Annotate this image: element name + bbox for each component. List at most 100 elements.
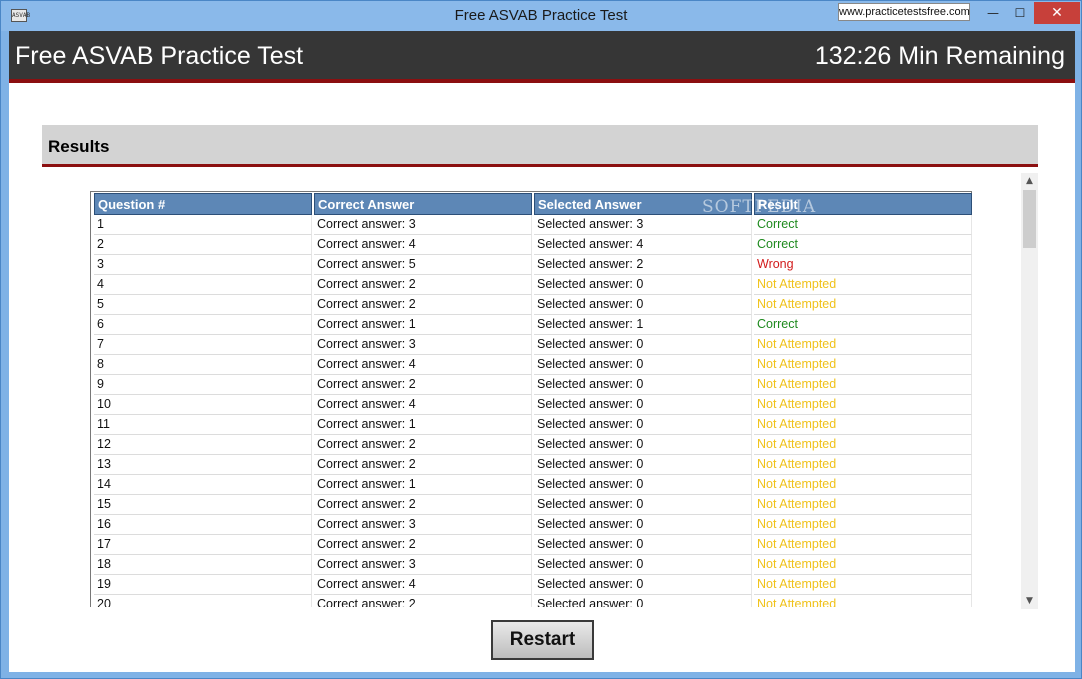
correct-answer-cell: Correct answer: 3 — [314, 215, 532, 235]
selected-answer-cell: Selected answer: 1 — [534, 315, 752, 335]
correct-answer-cell: Correct answer: 4 — [314, 575, 532, 595]
selected-answer-cell: Selected answer: 0 — [534, 355, 752, 375]
result-cell: Not Attempted — [754, 335, 972, 355]
result-cell: Not Attempted — [754, 575, 972, 595]
table-row: 4 Correct answer: 2 Selected answer: 0 Not … — [94, 275, 972, 295]
table-row: 2 Correct answer: 4 Selected answer: 4 Corr… — [94, 235, 972, 255]
question-number-cell: 7 — [94, 335, 312, 355]
selected-answer-cell: Selected answer: 0 — [534, 575, 752, 595]
result-cell: Not Attempted — [754, 555, 972, 575]
table-row: 11 Correct answer: 1 Selected answer: 0 Not… — [94, 415, 972, 435]
result-cell: Not Attempted — [754, 355, 972, 375]
table-row: 17 Correct answer: 2 Selected answer: 0 Not… — [94, 535, 972, 555]
results-table-body: 1 Correct answer: 3 Selected answer: 3 Corr… — [94, 215, 972, 607]
table-row: 12 Correct answer: 2 Selected answer: 0 Not… — [94, 435, 972, 455]
result-cell: Not Attempted — [754, 395, 972, 415]
selected-answer-cell: Selected answer: 0 — [534, 595, 752, 607]
question-number-cell: 1 — [94, 215, 312, 235]
result-cell: Not Attempted — [754, 455, 972, 475]
result-cell: Correct — [754, 235, 972, 255]
vertical-scrollbar[interactable]: ▲ ▼ — [1021, 173, 1038, 609]
minimize-button[interactable]: — — [979, 2, 1007, 24]
restart-button[interactable]: Restart — [491, 620, 594, 660]
question-number-cell: 14 — [94, 475, 312, 495]
scrollbar-thumb[interactable] — [1023, 190, 1036, 248]
column-header-result: Result — [754, 193, 972, 215]
selected-answer-cell: Selected answer: 0 — [534, 495, 752, 515]
question-number-cell: 17 — [94, 535, 312, 555]
correct-answer-cell: Correct answer: 3 — [314, 335, 532, 355]
question-number-cell: 13 — [94, 455, 312, 475]
result-cell: Not Attempted — [754, 495, 972, 515]
correct-answer-cell: Correct answer: 2 — [314, 535, 532, 555]
question-number-cell: 15 — [94, 495, 312, 515]
table-row: 8 Correct answer: 4 Selected answer: 0 Not … — [94, 355, 972, 375]
app-title: Free ASVAB Practice Test — [15, 42, 304, 70]
table-row: 16 Correct answer: 3 Selected answer: 0 Not… — [94, 515, 972, 535]
table-row: 7 Correct answer: 3 Selected answer: 0 Not … — [94, 335, 972, 355]
question-number-cell: 20 — [94, 595, 312, 607]
table-row: 10 Correct answer: 4 Selected answer: 0 Not… — [94, 395, 972, 415]
table-row: 13 Correct answer: 2 Selected answer: 0 Not… — [94, 455, 972, 475]
table-row: 19 Correct answer: 4 Selected answer: 0 Not… — [94, 575, 972, 595]
column-header-question: Question # — [94, 193, 312, 215]
selected-answer-cell: Selected answer: 0 — [534, 335, 752, 355]
correct-answer-cell: Correct answer: 2 — [314, 275, 532, 295]
result-cell: Not Attempted — [754, 535, 972, 555]
correct-answer-cell: Correct answer: 4 — [314, 395, 532, 415]
result-cell: Not Attempted — [754, 475, 972, 495]
app-window: ASVAB Free ASVAB Practice Test www.pract… — [0, 0, 1082, 679]
results-label: Results — [48, 137, 110, 156]
table-row: 20 Correct answer: 2 Selected answer: 0 Not… — [94, 595, 972, 607]
correct-answer-cell: Correct answer: 3 — [314, 555, 532, 575]
table-row: 14 Correct answer: 1 Selected answer: 0 Not… — [94, 475, 972, 495]
table-row: 15 Correct answer: 2 Selected answer: 0 Not… — [94, 495, 972, 515]
result-cell: Not Attempted — [754, 415, 972, 435]
correct-answer-cell: Correct answer: 4 — [314, 355, 532, 375]
question-number-cell: 5 — [94, 295, 312, 315]
question-number-cell: 8 — [94, 355, 312, 375]
selected-answer-cell: Selected answer: 0 — [534, 295, 752, 315]
selected-answer-cell: Selected answer: 0 — [534, 515, 752, 535]
results-table: Question # Correct Answer Selected Answe… — [92, 193, 974, 607]
result-cell: Not Attempted — [754, 295, 972, 315]
title-bar[interactable]: ASVAB Free ASVAB Practice Test www.pract… — [1, 1, 1081, 31]
selected-answer-cell: Selected answer: 0 — [534, 375, 752, 395]
app-header: Free ASVAB Practice Test 132:26 Min Rema… — [9, 31, 1075, 83]
selected-answer-cell: Selected answer: 4 — [534, 235, 752, 255]
selected-answer-cell: Selected answer: 0 — [534, 455, 752, 475]
maximize-button[interactable]: ☐ — [1006, 2, 1034, 24]
table-row: 18 Correct answer: 3 Selected answer: 0 Not… — [94, 555, 972, 575]
correct-answer-cell: Correct answer: 1 — [314, 415, 532, 435]
question-number-cell: 11 — [94, 415, 312, 435]
column-header-selected-answer: Selected Answer — [534, 193, 752, 215]
correct-answer-cell: Correct answer: 2 — [314, 435, 532, 455]
correct-answer-cell: Correct answer: 2 — [314, 295, 532, 315]
correct-answer-cell: Correct answer: 2 — [314, 375, 532, 395]
selected-answer-cell: Selected answer: 2 — [534, 255, 752, 275]
selected-answer-cell: Selected answer: 3 — [534, 215, 752, 235]
result-cell: Not Attempted — [754, 435, 972, 455]
results-scroll-area[interactable]: Question # Correct Answer Selected Answe… — [42, 171, 1038, 607]
question-number-cell: 2 — [94, 235, 312, 255]
result-cell: Not Attempted — [754, 595, 972, 607]
timer-remaining: 132:26 Min Remaining — [814, 42, 1065, 70]
results-table-wrapper: Question # Correct Answer Selected Answe… — [90, 191, 972, 607]
results-section-header: Results — [42, 125, 1038, 167]
correct-answer-cell: Correct answer: 2 — [314, 495, 532, 515]
down-arrow-icon[interactable]: ▼ — [1021, 593, 1038, 609]
correct-answer-cell: Correct answer: 3 — [314, 515, 532, 535]
table-row: 6 Correct answer: 1 Selected answer: 1 Corr… — [94, 315, 972, 335]
correct-answer-cell: Correct answer: 1 — [314, 475, 532, 495]
up-arrow-icon[interactable]: ▲ — [1021, 173, 1038, 189]
selected-answer-cell: Selected answer: 0 — [534, 555, 752, 575]
column-header-correct-answer: Correct Answer — [314, 193, 532, 215]
url-badge[interactable]: www.practicetestsfree.com — [838, 3, 970, 21]
selected-answer-cell: Selected answer: 0 — [534, 395, 752, 415]
close-button[interactable]: ✕ — [1034, 2, 1080, 24]
table-header-row: Question # Correct Answer Selected Answe… — [94, 193, 972, 215]
question-number-cell: 10 — [94, 395, 312, 415]
correct-answer-cell: Correct answer: 1 — [314, 315, 532, 335]
result-cell: Wrong — [754, 255, 972, 275]
question-number-cell: 6 — [94, 315, 312, 335]
